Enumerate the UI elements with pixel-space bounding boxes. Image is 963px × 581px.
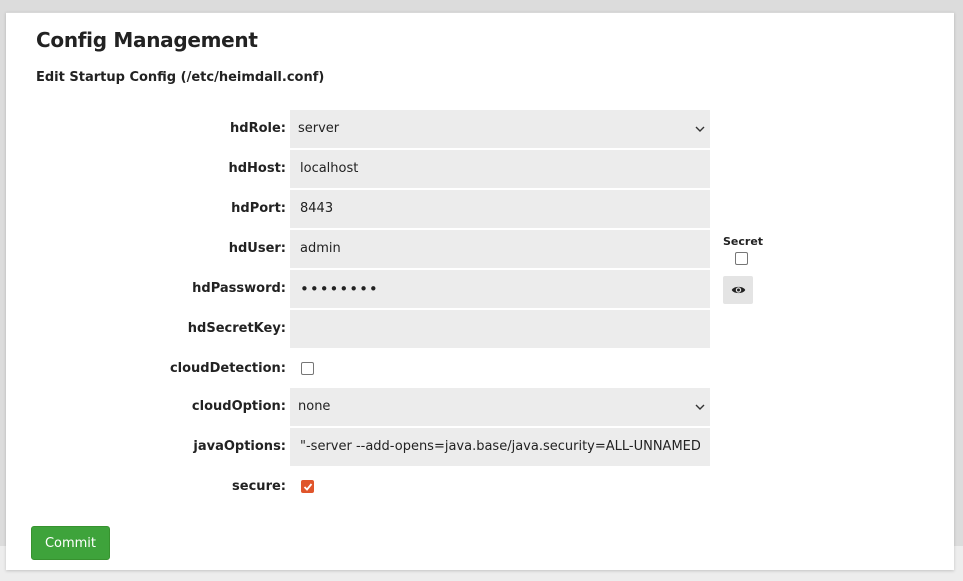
cloudoption-value: none	[298, 399, 331, 414]
secret-label: Secret	[723, 235, 764, 248]
secure-checkbox[interactable]	[301, 480, 314, 493]
checkmark-icon	[303, 483, 313, 491]
form-row-hdsecretkey: hdSecretKey:	[6, 310, 954, 348]
hdsecretkey-input[interactable]	[290, 310, 710, 348]
chevron-down-icon	[695, 404, 705, 410]
clouddetection-label: cloudDetection:	[169, 361, 286, 376]
hdhost-input[interactable]: localhost	[290, 150, 710, 188]
hdport-input[interactable]: 8443	[290, 190, 710, 228]
hduser-input[interactable]: admin	[290, 230, 710, 268]
section-subtitle: Edit Startup Config (/etc/heimdall.conf)	[36, 70, 325, 85]
secret-checkbox[interactable]	[735, 252, 748, 265]
config-panel: Config Management Edit Startup Config (/…	[6, 12, 954, 570]
hduser-value: admin	[300, 241, 341, 256]
hdpassword-value: ••••••••	[300, 280, 379, 298]
hdhost-value: localhost	[300, 161, 359, 176]
eye-icon	[731, 286, 745, 294]
cloudoption-select[interactable]: none	[290, 388, 710, 426]
form-row-hduser: hdUser: admin	[6, 230, 954, 268]
secret-toggle: Secret	[723, 235, 764, 265]
cloudoption-label: cloudOption:	[191, 399, 286, 414]
chevron-down-icon	[695, 126, 705, 132]
hdrole-value: server	[298, 121, 340, 136]
form-row-hdpassword: hdPassword: ••••••••	[6, 270, 954, 308]
secure-label: secure:	[232, 479, 286, 494]
hdhost-label: hdHost:	[228, 161, 286, 176]
javaoptions-label: javaOptions:	[193, 439, 286, 454]
form-row-secure: secure:	[6, 468, 954, 506]
form-row-hdport: hdPort: 8443	[6, 190, 954, 228]
form-row-hdrole: hdRole: server	[6, 110, 954, 148]
show-password-button[interactable]	[723, 276, 753, 304]
clouddetection-field	[290, 350, 710, 388]
secure-field	[290, 468, 710, 506]
hdsecretkey-label: hdSecretKey:	[187, 321, 286, 336]
form-row-hdhost: hdHost: localhost	[6, 150, 954, 188]
form-row-javaoptions: javaOptions: "-server --add-opens=java.b…	[6, 428, 954, 466]
hduser-label: hdUser:	[228, 241, 286, 256]
hdrole-select[interactable]: server	[290, 110, 710, 148]
clouddetection-checkbox[interactable]	[301, 362, 314, 375]
javaoptions-input[interactable]: "-server --add-opens=java.base/java.secu…	[290, 428, 710, 466]
hdpassword-input[interactable]: ••••••••	[290, 270, 710, 308]
hdrole-label: hdRole:	[230, 121, 286, 136]
form-row-clouddetection: cloudDetection:	[6, 350, 954, 388]
javaoptions-value: "-server --add-opens=java.base/java.secu…	[300, 439, 700, 454]
page-title: Config Management	[36, 28, 258, 52]
hdpassword-label: hdPassword:	[192, 281, 286, 296]
hdport-value: 8443	[300, 201, 334, 216]
hdport-label: hdPort:	[231, 201, 286, 216]
form-row-cloudoption: cloudOption: none	[6, 388, 954, 426]
commit-button[interactable]: Commit	[31, 526, 110, 560]
